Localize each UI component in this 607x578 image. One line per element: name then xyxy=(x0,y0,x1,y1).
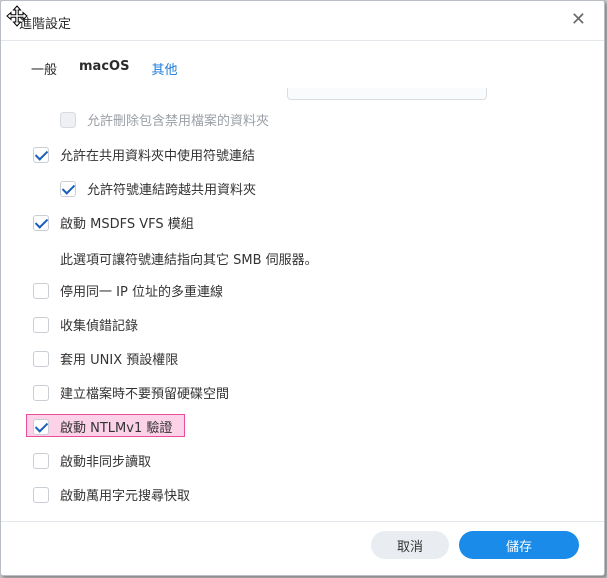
dialog-title: 進階設定 xyxy=(19,17,72,32)
option-disable-multi-connection: 停用同一 IP 位址的多重連線 xyxy=(33,281,223,300)
tab-general[interactable]: 一般 xyxy=(31,59,57,82)
checkbox-unix-permissions[interactable] xyxy=(33,350,49,367)
option-unix-permissions: 套用 UNIX 預設權限 xyxy=(33,349,178,368)
close-icon[interactable]: ✕ xyxy=(571,9,586,30)
option-msdfs-vfs: 啟動 MSDFS VFS 模組 xyxy=(33,213,194,232)
option-collect-debug-logs: 收集偵錯記錄 xyxy=(33,315,138,334)
advanced-settings-dialog: 進階設定 ✕ 一般 macOS 其他 允許刪除包含禁用檔案的資料夾 允許在共用資… xyxy=(0,0,605,576)
option-label: 啟動 MSDFS VFS 模組 xyxy=(60,217,194,232)
option-label: 允許符號連結跨越共用資料夾 xyxy=(87,183,257,198)
option-label: 允許刪除包含禁用檔案的資料夾 xyxy=(87,114,270,129)
option-label: 啟動 NTLMv1 驗證 xyxy=(60,421,173,436)
footer-divider xyxy=(1,521,604,522)
option-allow-delete-banned: 允許刪除包含禁用檔案的資料夾 xyxy=(60,110,269,129)
header-divider xyxy=(1,40,604,41)
option-label: 啟動非同步讀取 xyxy=(60,455,152,470)
checkbox-collect-debug-logs[interactable] xyxy=(33,316,49,333)
tab-bar: 一般 macOS 其他 xyxy=(31,59,177,82)
option-ntlmv1-auth: 啟動 NTLMv1 驗證 xyxy=(33,417,172,436)
option-allow-symlinks: 允許在共用資料夾中使用符號連結 xyxy=(33,145,255,164)
option-no-reserve-space: 建立檔案時不要預留硬碟空間 xyxy=(33,383,229,402)
msdfs-note: 此選項可讓符號連結指向其它 SMB 伺服器。 xyxy=(60,253,318,268)
option-label: 允許在共用資料夾中使用符號連結 xyxy=(60,149,256,164)
checkbox-no-reserve-space[interactable] xyxy=(33,384,49,401)
option-label: 啟動萬用字元搜尋快取 xyxy=(60,489,191,504)
checkbox-async-read[interactable] xyxy=(33,452,49,469)
checkbox-wildcard-cache[interactable] xyxy=(33,486,49,503)
tab-other[interactable]: 其他 xyxy=(151,59,177,82)
option-label: 建立檔案時不要預留硬碟空間 xyxy=(60,387,230,402)
partially-hidden-field xyxy=(287,88,487,100)
option-symlinks-cross-shares: 允許符號連結跨越共用資料夾 xyxy=(60,179,256,198)
checkbox-allow-delete-banned[interactable] xyxy=(60,111,76,128)
option-label: 套用 UNIX 預設權限 xyxy=(60,353,179,368)
checkbox-symlinks-cross-shares[interactable] xyxy=(60,180,76,197)
option-wildcard-cache: 啟動萬用字元搜尋快取 xyxy=(33,485,190,504)
option-label: 收集偵錯記錄 xyxy=(60,319,139,334)
checkbox-msdfs-vfs[interactable] xyxy=(33,214,49,231)
checkbox-disable-multi-connection[interactable] xyxy=(33,282,49,299)
cancel-button[interactable]: 取消 xyxy=(371,531,449,559)
save-button[interactable]: 儲存 xyxy=(459,531,579,559)
option-label: 停用同一 IP 位址的多重連線 xyxy=(60,285,223,300)
checkbox-ntlmv1-auth[interactable] xyxy=(33,418,49,435)
tab-macos[interactable]: macOS xyxy=(79,59,129,82)
option-async-read: 啟動非同步讀取 xyxy=(33,451,151,470)
options-panel: 允許刪除包含禁用檔案的資料夾 允許在共用資料夾中使用符號連結 允許符號連結跨越共… xyxy=(1,88,604,520)
checkbox-allow-symlinks[interactable] xyxy=(33,146,49,163)
